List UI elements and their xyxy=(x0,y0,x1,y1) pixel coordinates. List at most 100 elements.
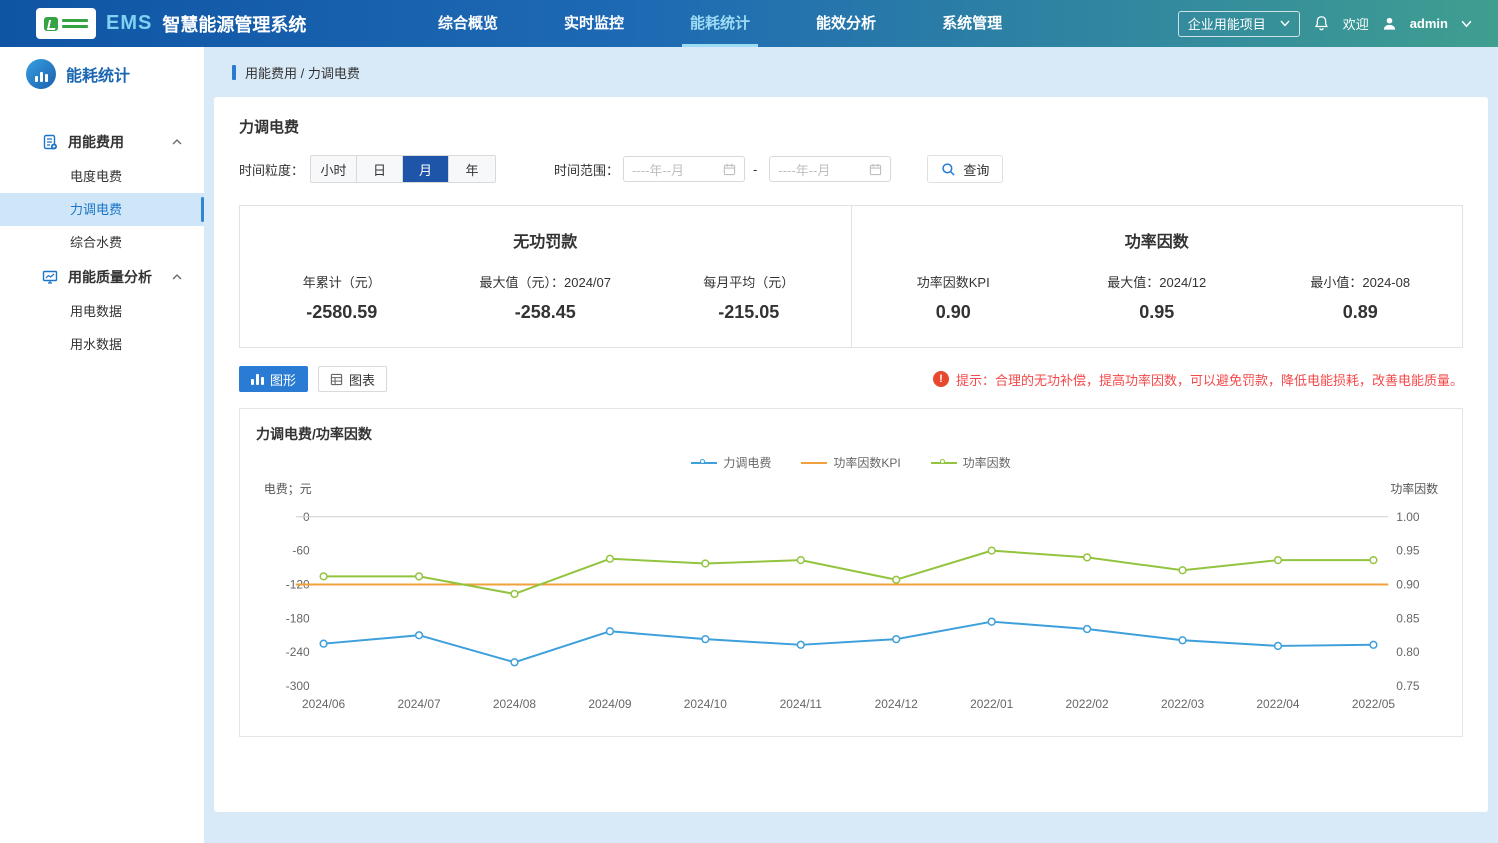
username[interactable]: admin xyxy=(1410,16,1448,31)
granularity-segmented-control: 小时 日 月 年 xyxy=(310,155,496,183)
search-icon xyxy=(941,162,956,177)
stat-annual-total: 年累计（元） -2580.59 xyxy=(240,272,444,323)
granularity-day-button[interactable]: 日 xyxy=(357,156,403,182)
user-menu-chevron-icon[interactable] xyxy=(1461,20,1472,28)
notification-bell-icon[interactable] xyxy=(1313,15,1330,32)
stat-max-penalty: 最大值（元）：2024/07 -258.45 xyxy=(444,272,648,323)
chart-title: 力调电费/功率因数 xyxy=(240,424,1462,444)
sidebar-item-water-data[interactable]: 用水数据 xyxy=(0,328,204,361)
time-range-label: 时间范围： xyxy=(554,160,619,179)
view-toolbar: 图形 图表 ! 提示：合理的无功补偿，提高功率因数，可以避免罚款，降低电能损耗，… xyxy=(239,366,1463,392)
app-root: EMS 智慧能源管理系统 综合概览 实时监控 能耗统计 能效分析 系统管理 企业… xyxy=(0,0,1498,843)
main-nav: 综合概览 实时监控 能耗统计 能效分析 系统管理 xyxy=(430,0,1010,47)
sidebar: 能耗统计 用能费用 电度电费 力调电费 综合水费 用能质量分析 xyxy=(0,47,204,843)
svg-text:2024/08: 2024/08 xyxy=(493,697,537,711)
stat-monthly-average: 每月平均（元） -215.05 xyxy=(647,272,851,323)
hint-message: ! 提示：合理的无功补偿，提高功率因数，可以避免罚款，降低电能损耗，改善电能质量… xyxy=(933,370,1463,389)
sidebar-item-electricity-fee[interactable]: 电度电费 xyxy=(0,160,204,193)
table-icon xyxy=(330,373,343,386)
nav-item-efficiency-analysis[interactable]: 能效分析 xyxy=(808,0,884,47)
main-content: 用能费用 / 力调电费 力调电费 时间粒度： 小时 日 月 年 时间范围： --… xyxy=(204,47,1498,843)
brand: EMS 智慧能源管理系统 xyxy=(0,8,430,39)
legend-item-power-factor[interactable]: 功率因数 xyxy=(931,454,1011,471)
menu-group-quality-analysis[interactable]: 用能质量分析 xyxy=(0,259,204,295)
company-logo xyxy=(36,8,96,39)
energy-stats-module-icon xyxy=(26,59,56,89)
topbar: EMS 智慧能源管理系统 综合概览 实时监控 能耗统计 能效分析 系统管理 企业… xyxy=(0,0,1498,47)
search-button-label: 查询 xyxy=(963,160,989,179)
summary-stats-panel: 无功罚款 年累计（元） -2580.59 最大值（元）：2024/07 -258… xyxy=(239,205,1463,348)
svg-text:2022/05: 2022/05 xyxy=(1352,697,1396,711)
line-chart[interactable]: 电费；元功率因数0-60-120-180-240-3001.000.950.90… xyxy=(240,477,1462,728)
breadcrumb-text: 用能费用 / 力调电费 xyxy=(245,63,360,82)
svg-text:-180: -180 xyxy=(286,611,310,625)
sidebar-item-electricity-data[interactable]: 用电数据 xyxy=(0,295,204,328)
chart-legend: 力调电费 功率因数KPI 功率因数 xyxy=(240,454,1462,471)
legend-item-kpi[interactable]: 功率因数KPI xyxy=(801,454,900,471)
svg-text:2024/10: 2024/10 xyxy=(684,697,728,711)
stat-power-factor-min: 最小值：2024-08 0.89 xyxy=(1259,272,1463,323)
warning-icon: ! xyxy=(933,371,949,387)
granularity-year-button[interactable]: 年 xyxy=(449,156,495,182)
end-date-input[interactable]: ----年--月 xyxy=(769,156,891,182)
graph-view-button[interactable]: 图形 xyxy=(239,366,308,392)
granularity-month-button[interactable]: 月 xyxy=(403,156,449,182)
svg-text:0.80: 0.80 xyxy=(1396,645,1420,659)
menu-group-energy-cost[interactable]: 用能费用 xyxy=(0,124,204,160)
content-card: 力调电费 时间粒度： 小时 日 月 年 时间范围： ----年--月 xyxy=(214,97,1488,812)
logo-mark-icon xyxy=(44,17,58,31)
search-button[interactable]: 查询 xyxy=(927,155,1003,183)
sidebar-item-water-fee[interactable]: 综合水费 xyxy=(0,226,204,259)
svg-text:2022/01: 2022/01 xyxy=(970,697,1014,711)
calendar-icon xyxy=(869,163,882,176)
svg-text:-240: -240 xyxy=(286,645,310,659)
quality-analysis-icon xyxy=(42,269,58,285)
project-select-value: 企业用能项目 xyxy=(1188,14,1266,33)
svg-text:0.85: 0.85 xyxy=(1396,611,1420,625)
nav-item-overview[interactable]: 综合概览 xyxy=(430,0,506,47)
range-separator: - xyxy=(753,162,757,177)
legend-item-fee[interactable]: 力调电费 xyxy=(691,454,771,471)
granularity-hour-button[interactable]: 小时 xyxy=(311,156,357,182)
breadcrumb-accent-bar xyxy=(232,65,236,80)
chevron-down-icon xyxy=(1280,20,1290,27)
sidebar-menu: 用能费用 电度电费 力调电费 综合水费 用能质量分析 用电数据 用水数据 xyxy=(0,100,204,361)
svg-text:-60: -60 xyxy=(292,544,310,558)
bar-chart-icon xyxy=(251,374,264,385)
stat-power-factor-kpi: 功率因数KPI 0.90 xyxy=(852,272,1056,323)
breadcrumb: 用能费用 / 力调电费 xyxy=(214,47,1488,97)
svg-text:2024/12: 2024/12 xyxy=(875,697,919,711)
sidebar-item-power-factor-fee[interactable]: 力调电费 xyxy=(0,193,204,226)
start-date-placeholder: ----年--月 xyxy=(632,160,684,179)
svg-text:2022/04: 2022/04 xyxy=(1256,697,1300,711)
svg-text:0.90: 0.90 xyxy=(1396,577,1420,591)
table-view-button[interactable]: 图表 xyxy=(318,366,387,392)
nav-item-system-management[interactable]: 系统管理 xyxy=(934,0,1010,47)
power-factor-section: 功率因数 功率因数KPI 0.90 最大值：2024/12 0.95 xyxy=(851,206,1463,347)
svg-text:1.00: 1.00 xyxy=(1396,510,1420,524)
svg-text:2024/11: 2024/11 xyxy=(780,697,823,711)
svg-text:-300: -300 xyxy=(286,679,310,693)
energy-cost-icon xyxy=(42,134,58,150)
chart-panel: 力调电费/功率因数 力调电费 功率因数KPI 功率因数 xyxy=(239,408,1463,737)
nav-item-realtime-monitor[interactable]: 实时监控 xyxy=(556,0,632,47)
menu-group-label: 用能费用 xyxy=(68,132,172,152)
svg-text:电费；元: 电费；元 xyxy=(264,482,312,496)
section-title: 无功罚款 xyxy=(240,228,851,252)
stat-power-factor-max: 最大值：2024/12 0.95 xyxy=(1055,272,1259,323)
svg-text:2024/07: 2024/07 xyxy=(397,697,441,711)
welcome-label: 欢迎 xyxy=(1343,14,1369,33)
chevron-up-icon xyxy=(172,274,182,280)
granularity-label: 时间粒度： xyxy=(239,160,304,179)
svg-text:2024/09: 2024/09 xyxy=(588,697,632,711)
page-title: 力调电费 xyxy=(239,97,1463,155)
legend-swatch xyxy=(801,459,827,467)
sidebar-header: 能耗统计 xyxy=(0,47,204,100)
start-date-input[interactable]: ----年--月 xyxy=(623,156,745,182)
calendar-icon xyxy=(723,163,736,176)
legend-swatch xyxy=(691,459,717,467)
nav-item-energy-statistics[interactable]: 能耗统计 xyxy=(682,0,758,47)
project-select[interactable]: 企业用能项目 xyxy=(1178,11,1300,37)
svg-text:功率因数: 功率因数 xyxy=(1390,481,1438,496)
topbar-right: 企业用能项目 欢迎 admin xyxy=(1178,11,1498,37)
